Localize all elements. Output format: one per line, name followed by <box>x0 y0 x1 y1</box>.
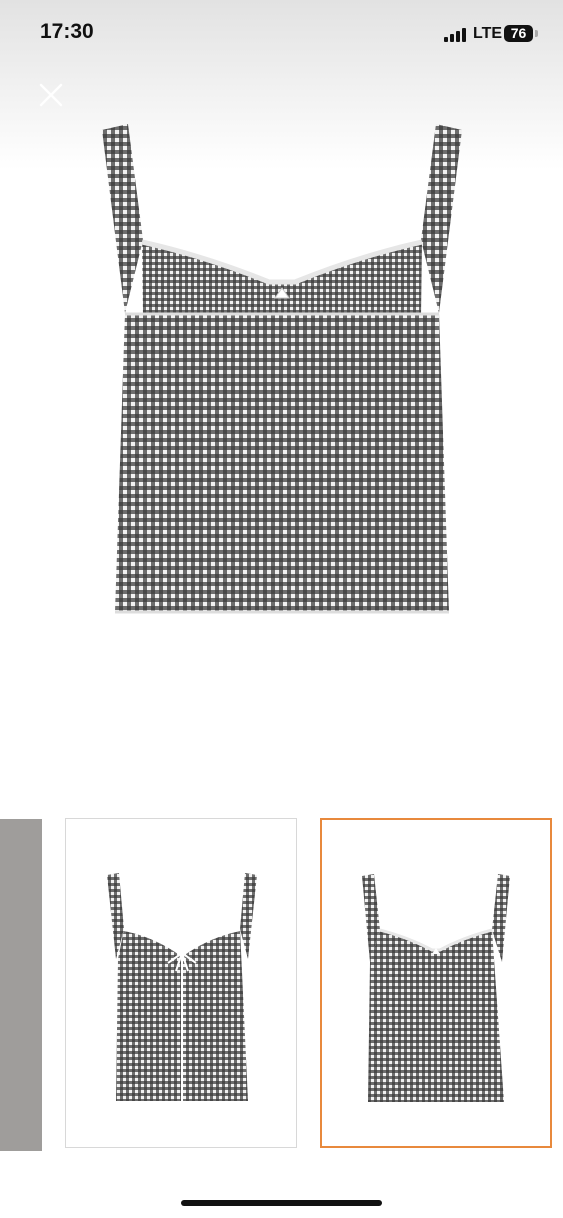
thumbnail-front[interactable] <box>65 818 297 1148</box>
thumbnail-previous[interactable] <box>0 819 42 1151</box>
thumbnail-back-selected[interactable] <box>320 818 552 1148</box>
product-image-main <box>102 124 462 614</box>
battery-level: 76 <box>510 25 527 41</box>
thumbnail-back-image <box>362 874 510 1102</box>
status-bar: 17:30 LTE 76 <box>0 0 563 64</box>
close-icon <box>39 83 63 107</box>
battery-icon: 76 <box>504 25 533 42</box>
home-indicator <box>181 1200 382 1206</box>
close-button[interactable] <box>36 80 66 110</box>
signal-bars-icon <box>444 28 468 42</box>
thumbnail-strip <box>0 816 563 1152</box>
thumbnail-front-image <box>107 873 257 1101</box>
status-time: 17:30 <box>40 20 94 43</box>
network-type: LTE <box>473 25 503 42</box>
battery-tip <box>535 30 538 37</box>
